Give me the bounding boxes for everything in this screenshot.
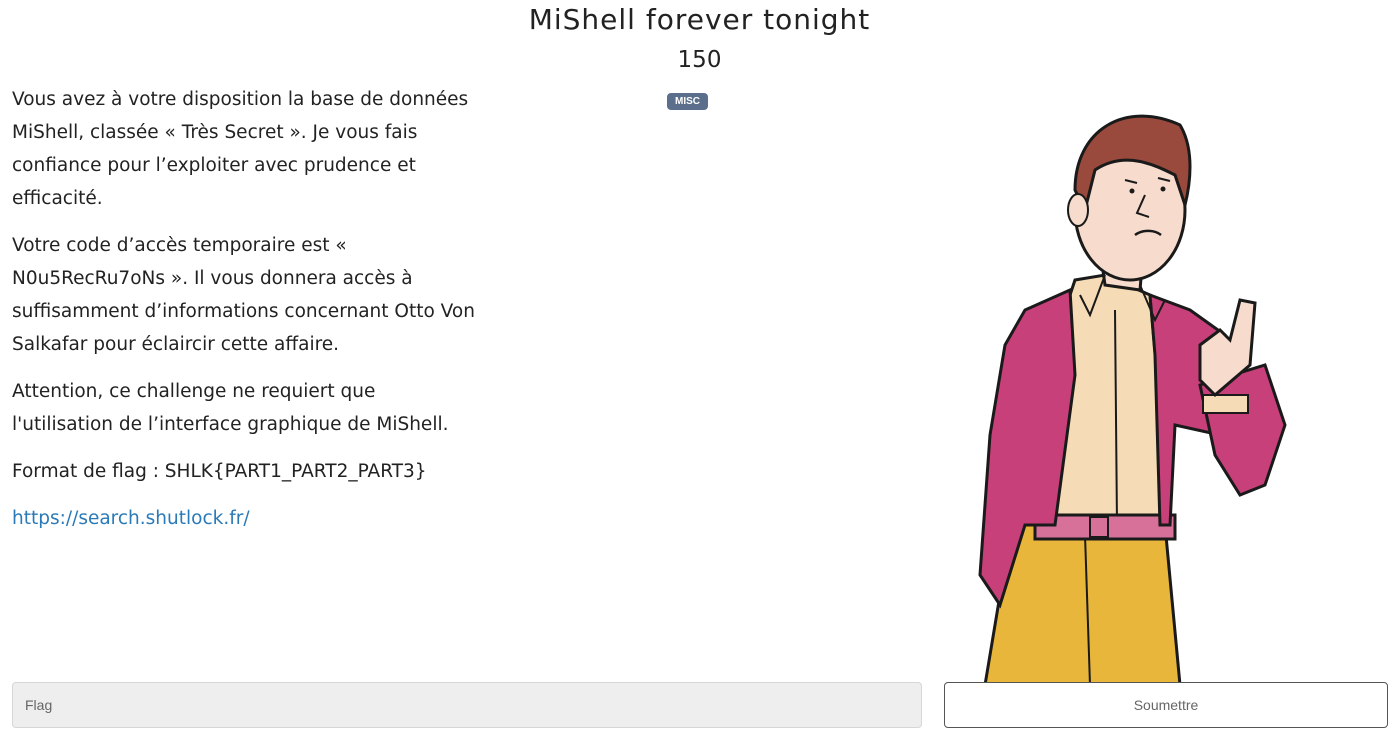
description-paragraph-3: Attention, ce challenge ne requiert que … <box>12 381 449 435</box>
description-link-wrapper: https://search.shutlock.fr/ <box>12 502 482 535</box>
challenge-description: Vous avez à votre disposition la base de… <box>12 83 482 549</box>
challenge-link[interactable]: https://search.shutlock.fr/ <box>12 508 250 529</box>
challenge-points: 150 <box>677 47 722 73</box>
submit-button[interactable]: Soumettre <box>944 682 1388 728</box>
character-illustration <box>978 114 1287 685</box>
challenge-title: MiShell forever tonight <box>528 3 871 36</box>
description-paragraph-4: Format de flag : SHLK{PART1_PART2_PART3} <box>12 461 427 482</box>
description-paragraph-2: Votre code d’accès temporaire est « N0u5… <box>12 235 475 355</box>
flag-input[interactable] <box>12 682 922 728</box>
category-badge: MISC <box>667 93 708 110</box>
description-paragraph-1: Vous avez à votre disposition la base de… <box>12 89 469 209</box>
challenge-page: MiShell forever tonight 150 MISC Vous av… <box>0 0 1399 743</box>
